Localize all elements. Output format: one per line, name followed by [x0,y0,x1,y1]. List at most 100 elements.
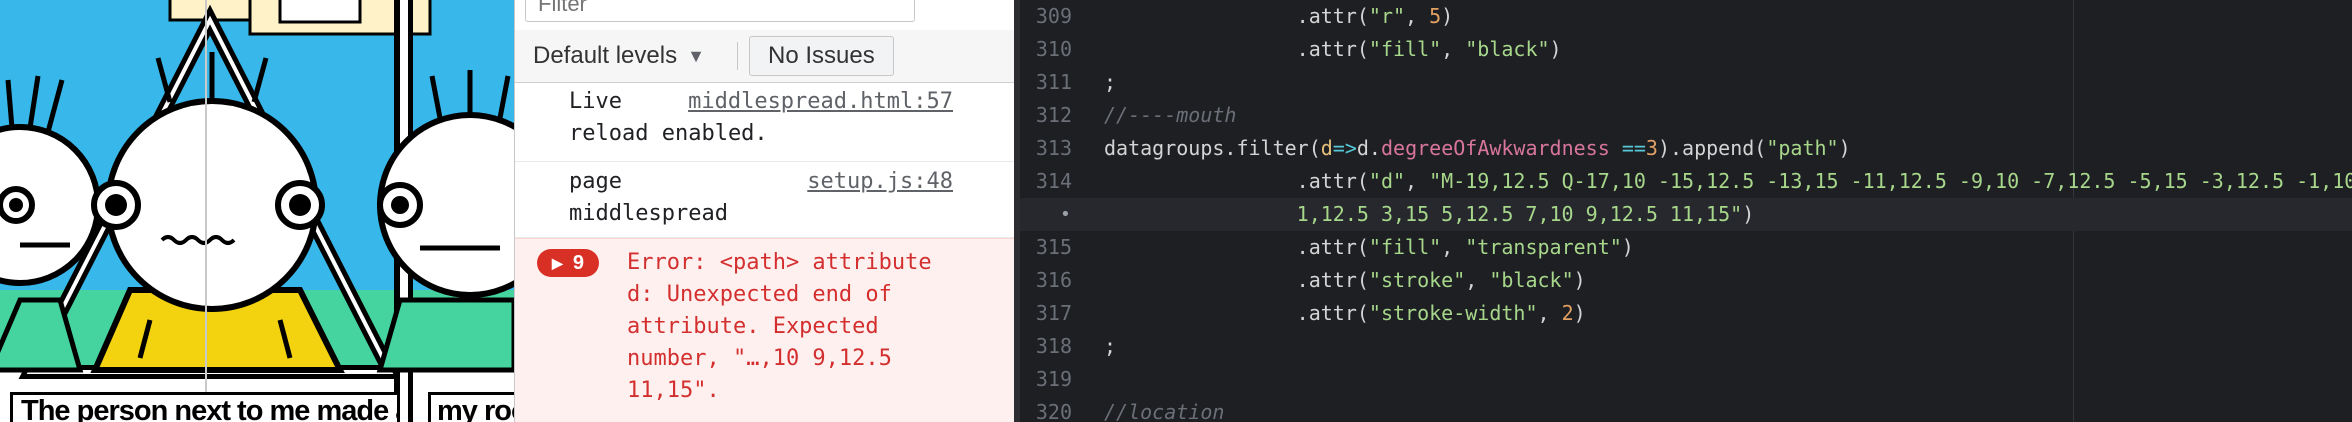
line-number: 314 [1035,169,1072,193]
code-text: datagroups.filter(d=>d.degreeOfAwkwardne… [1104,132,1851,165]
code-token: d. [1356,136,1381,160]
code-text: 1,12.5 3,15 5,12.5 7,10 9,12.5 11,15") [1104,198,1755,231]
error-count-badge[interactable]: ▶ 9 [537,249,599,277]
caption-text: The person next to me made an [21,395,400,422]
code-token: ) [1573,268,1586,292]
code-token: "path" [1766,136,1839,160]
code-token: datagroups.filter( [1104,136,1321,160]
code-token: "stroke" [1368,268,1466,292]
code-token: , [1441,235,1466,259]
code-token: "fill" [1368,37,1442,61]
code-line[interactable]: 318; [1020,330,2352,363]
source-link[interactable]: setup.js:48 [807,166,953,198]
code-token: //location [1104,400,1225,422]
code-token: 2 [1561,301,1574,325]
filter-input[interactable] [525,0,915,22]
code-line[interactable]: 317 .attr("stroke-width", 2) [1020,297,2352,330]
code-token: "transparent" [1465,235,1622,259]
comic-illustration [0,0,514,422]
code-editor[interactable]: 309 .attr("r", 5) 310 .attr("fill", "blac… [1014,0,2352,422]
code-token: ) [1441,4,1454,28]
code-token: 5 [1429,4,1442,28]
line-number: 313 [1035,136,1072,160]
console-error-message: ▶ 9 Error: <path> attribute d: Unexpected… [515,238,1015,422]
dropdown-triangle-icon: ▼ [687,45,705,66]
code-text: .attr("fill", "black") [1104,33,1562,66]
caption-box: The person next to me made an [10,392,400,422]
line-number: 316 [1035,268,1072,292]
code-token: , [1537,301,1562,325]
code-token: "d" [1368,169,1406,193]
code-line[interactable]: 313 datagroups.filter(d=>d.degreeOfAwkwar… [1020,132,2352,165]
default-levels-dropdown[interactable]: Default levels ▼ [533,40,705,72]
code-token: , [1441,37,1466,61]
code-token: .attr( [1104,169,1369,193]
line-number: 309 [1035,4,1072,28]
code-token: ) [1742,202,1755,226]
toolbar-divider [737,42,738,70]
error-count: 9 [572,252,584,274]
source-link[interactable]: middlespread.html:57 [688,86,953,118]
code-token: == [1621,136,1646,160]
code-token: "black" [1489,268,1574,292]
code-line[interactable]: 316 .attr("stroke", "black") [1020,264,2352,297]
code-token: "stroke-width" [1368,301,1538,325]
line-number: 317 [1035,301,1072,325]
wrap-indicator-icon: • [1060,204,1071,225]
code-token: .attr( [1104,268,1369,292]
code-line[interactable]: 319 [1020,363,2352,396]
code-text: //location [1104,396,1224,422]
code-token: .attr( [1104,235,1369,259]
default-levels-label: Default levels [533,42,678,69]
code-line[interactable]: 312 //----mouth [1020,99,2352,132]
error-text: Error: <path> attribute d: Unexpected end… [627,250,932,403]
code-token: "M-19,12.5 Q-17,10 -15,12.5 -13,15 -11,1… [1429,169,2352,193]
page-preview: The person next to me made an my roo [0,0,514,422]
code-line[interactable]: 320 //location [1020,396,2352,422]
line-number: 312 [1035,103,1072,127]
code-token: ; [1104,334,1117,358]
devtools-console: Default levels ▼ No Issues Livereload en… [514,0,1016,422]
code-line[interactable]: 310 .attr("fill", "black") [1020,33,2352,66]
code-token: //----mouth [1104,103,1237,127]
code-line[interactable]: 314 .attr("d", "M-19,12.5 Q-17,10 -15,12… [1020,165,2352,198]
line-number: 311 [1035,70,1072,94]
code-line[interactable]: 315 .attr("fill", "transparent") [1020,231,2352,264]
code-token: .attr( [1104,301,1369,325]
line-number: 318 [1035,334,1072,358]
line-number: 319 [1035,367,1072,391]
caption-box-right: my roo [428,392,514,422]
message-text: page middlespread [569,169,728,226]
code-text: .attr("stroke-width", 2) [1104,297,1586,330]
code-token: ) [1838,136,1851,160]
no-issues-button[interactable]: No Issues [749,36,894,76]
caption-text-right: my roo [437,395,514,422]
code-token: .attr( [1104,4,1369,28]
console-message: page middlespread setup.js:48 [515,162,1015,238]
code-text: //----mouth [1104,99,1236,132]
code-token: ) [1549,37,1562,61]
code-text: .attr("d", "M-19,12.5 Q-17,10 -15,12.5 -… [1104,165,2352,198]
code-line[interactable]: • 1,12.5 3,15 5,12.5 7,10 9,12.5 11,15") [1020,198,2352,231]
code-token: "r" [1368,4,1406,28]
console-message: Live reload enabled. middlespread.html:57 [515,82,1015,162]
code-text: .attr("stroke", "black") [1104,264,1586,297]
code-token: .attr( [1104,37,1369,61]
code-token: => [1332,136,1357,160]
code-line[interactable]: 311; [1020,66,2352,99]
code-text: .attr("fill", "transparent") [1104,231,1634,264]
code-line[interactable]: 309 .attr("r", 5) [1020,0,2352,33]
code-token: ).append( [1657,136,1767,160]
code-text: .attr("r", 5) [1104,0,1454,33]
code-token: d [1320,136,1333,160]
console-toolbar: Default levels ▼ No Issues [515,30,1015,83]
code-token: , [1405,169,1430,193]
expand-triangle-icon: ▶ [552,255,563,271]
code-token: degreeOfAwkwardness [1380,136,1610,160]
code-token: , [1465,268,1490,292]
code-text: ; [1104,66,1116,99]
code-token: ) [1573,301,1586,325]
line-number: 310 [1035,37,1072,61]
code-token: "black" [1465,37,1550,61]
